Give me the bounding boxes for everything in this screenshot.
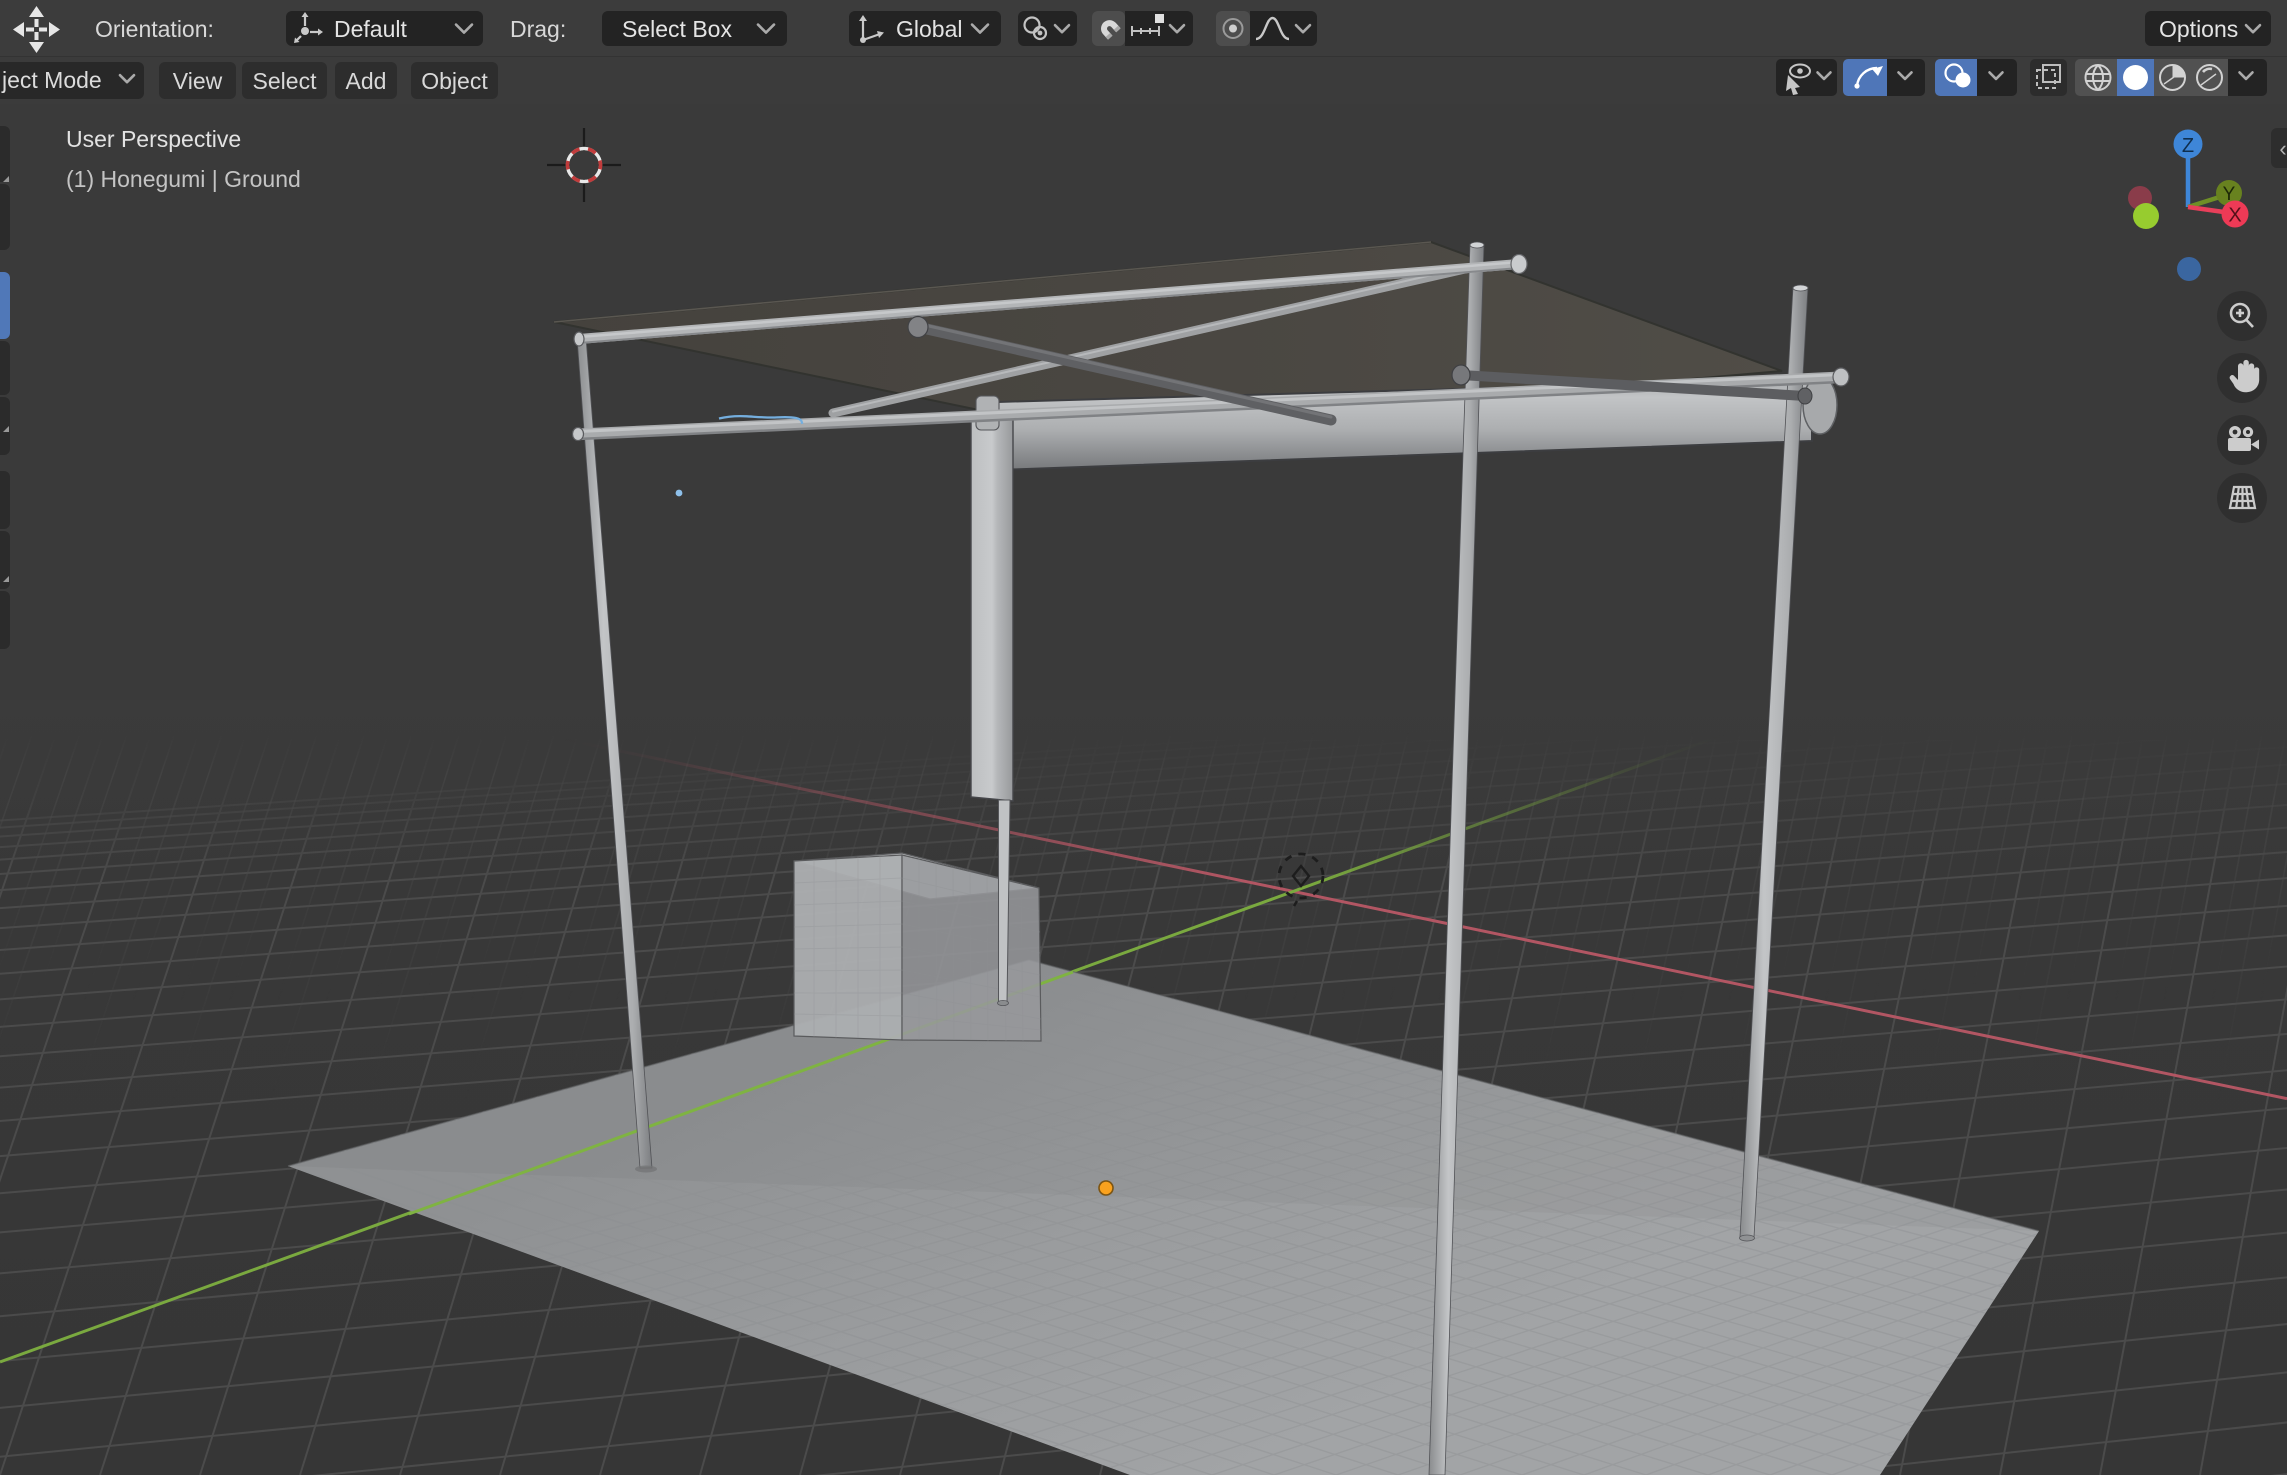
svg-text:ject Mode: ject Mode <box>1 67 102 93</box>
svg-text:Default: Default <box>334 16 407 42</box>
svg-text:Global: Global <box>896 16 962 42</box>
svg-text:Select: Select <box>253 68 318 94</box>
svg-text:(1) Honegumi | Ground: (1) Honegumi | Ground <box>66 166 301 192</box>
svg-text:X: X <box>2228 205 2241 227</box>
svg-text:Object: Object <box>421 68 488 94</box>
svg-text:Select Box: Select Box <box>622 16 732 42</box>
svg-text:View: View <box>173 68 223 94</box>
svg-text:Orientation:: Orientation: <box>95 16 214 42</box>
svg-text:Options: Options <box>2159 16 2238 42</box>
svg-text:User Perspective: User Perspective <box>66 126 241 152</box>
svg-text:Add: Add <box>346 68 387 94</box>
svg-text:Drag:: Drag: <box>510 16 566 42</box>
svg-text:‹: ‹ <box>2279 136 2286 161</box>
svg-text:Z: Z <box>2182 135 2194 157</box>
